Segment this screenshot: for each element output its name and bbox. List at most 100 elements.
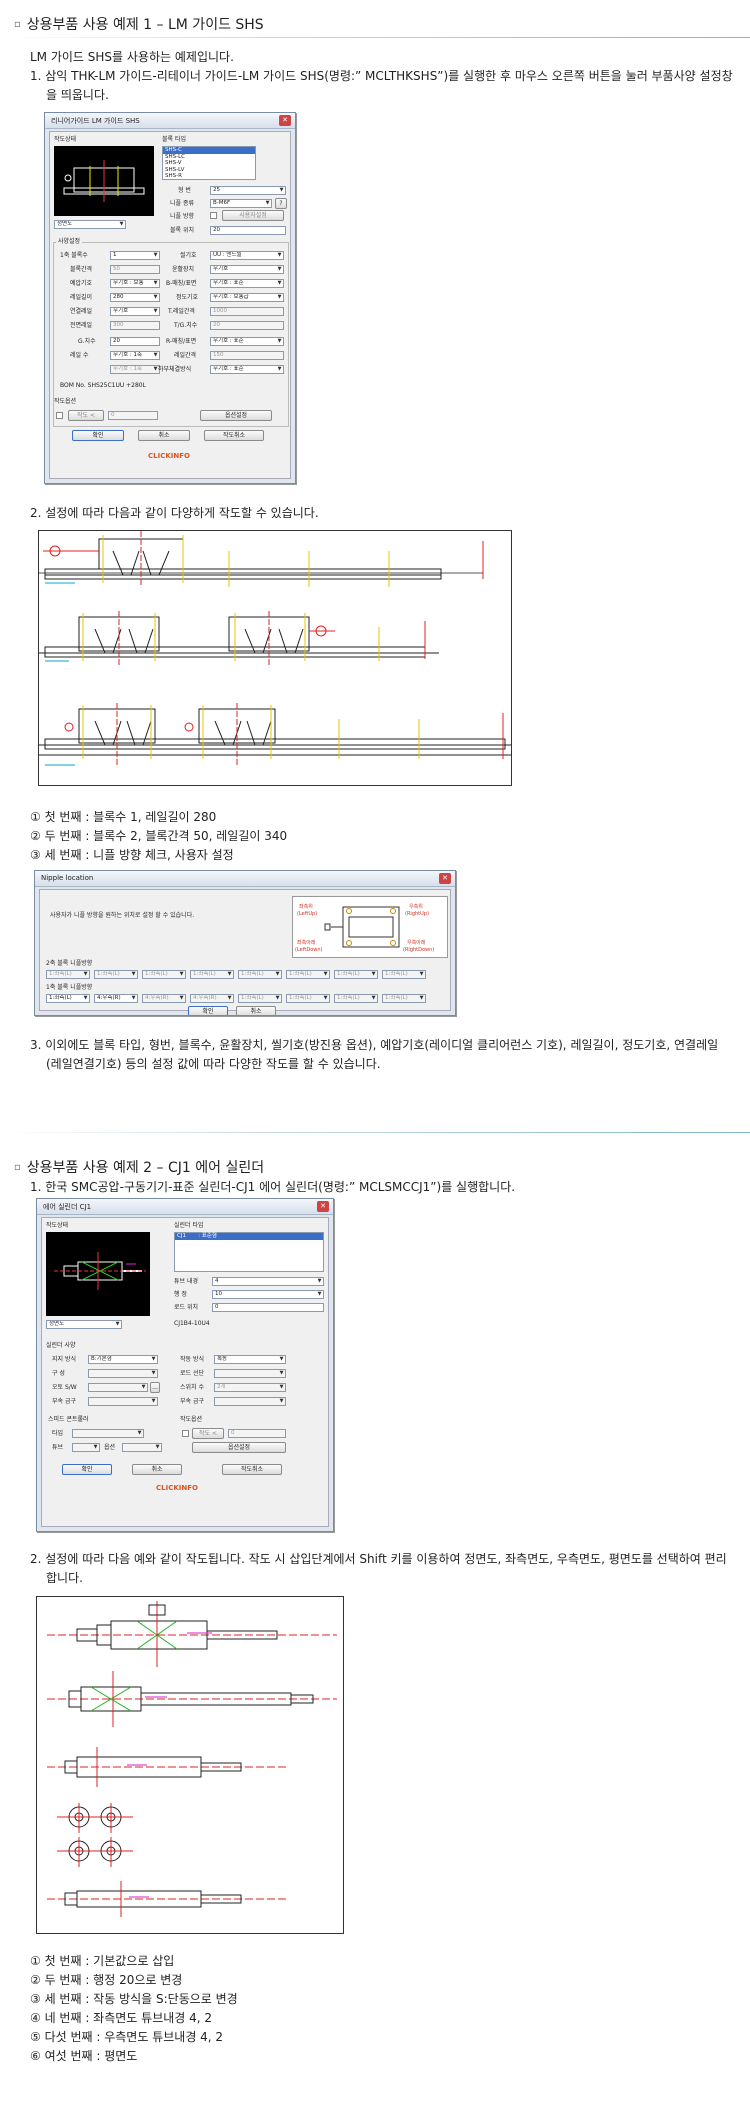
- nipple-select[interactable]: 4:우측(R) ▼: [142, 994, 186, 1003]
- seal-select[interactable]: UU : 엔드씰 ▼: [210, 251, 284, 260]
- acc-select[interactable]: ▼: [88, 1397, 158, 1406]
- view-select[interactable]: 정면도 ▼: [54, 220, 126, 229]
- nipple-dir-checkbox[interactable]: [210, 212, 217, 219]
- help-button[interactable]: ?: [275, 198, 287, 209]
- chevron-down-icon: ▼: [265, 200, 270, 206]
- acc2-select[interactable]: ▼: [214, 1397, 286, 1406]
- nipple-select[interactable]: 1:좌측(L) ▼: [142, 970, 186, 979]
- ok-button[interactable]: 확인: [188, 1006, 228, 1015]
- chevron-down-icon: ▼: [277, 294, 282, 300]
- block-count-select[interactable]: 1 ▼: [110, 251, 160, 260]
- speed-type-select[interactable]: ▼: [72, 1429, 144, 1438]
- extra-select[interactable]: 무기호 : 1축 ▼: [110, 365, 160, 374]
- t-rail-gap-input[interactable]: 1000: [210, 307, 284, 316]
- rail-gap-input[interactable]: 150: [210, 351, 284, 360]
- step1-text-2: 1. 한국 SMC공압-구동기기-표준 실린더-CJ1 에어 실린더(명령:” …: [30, 1180, 516, 1194]
- more-button[interactable]: …: [150, 1382, 160, 1393]
- draw-option-checkbox[interactable]: [56, 412, 63, 419]
- nipple-select[interactable]: 1:좌측(L) ▼: [286, 994, 330, 1003]
- joint-rail-select[interactable]: 무기호 ▼: [110, 307, 160, 316]
- chevron-down-icon: ▼: [153, 294, 158, 300]
- nipple-select[interactable]: 4:우측(R) ▼: [190, 994, 234, 1003]
- cancel-button[interactable]: 취소: [138, 430, 190, 441]
- nipple-select[interactable]: 4:우측(R) ▼: [94, 994, 138, 1003]
- bore-select[interactable]: 4 ▼: [212, 1277, 324, 1286]
- tg-dim-input[interactable]: 20: [210, 321, 284, 330]
- draw-option-button[interactable]: 작도 <: [192, 1428, 224, 1439]
- rail-count-select[interactable]: 무기호 : 1축 ▼: [110, 351, 160, 360]
- nipple-select[interactable]: 1:좌측(L) ▼: [94, 970, 138, 979]
- user-setting-button[interactable]: 사용자설정: [222, 210, 284, 221]
- nipple-select[interactable]: 1:좌측(L) ▼: [190, 970, 234, 979]
- nipple-select[interactable]: 1:좌측(L) ▼: [382, 970, 426, 979]
- block-gap-input[interactable]: 50: [110, 265, 160, 274]
- nipple-select[interactable]: 1:좌측(L) ▼: [286, 970, 330, 979]
- draw-option-input[interactable]: 0: [228, 1429, 286, 1438]
- chevron-down-icon: ▼: [115, 1321, 120, 1327]
- draw-option-input[interactable]: 0: [108, 411, 158, 420]
- tube-select[interactable]: ▼: [72, 1443, 100, 1452]
- diag-label: (LeftUp): [297, 911, 318, 917]
- r-match-select[interactable]: 무기호 : 표준 ▼: [210, 337, 284, 346]
- block-pos-input[interactable]: 20: [210, 226, 286, 235]
- option-setting-button[interactable]: 옵션설정: [192, 1442, 286, 1453]
- mount-label: 지지 방식: [52, 1356, 76, 1363]
- drawing-2: [39, 611, 439, 665]
- front-rail-input[interactable]: 300: [110, 321, 160, 330]
- sw-count-select[interactable]: 2개 ▼: [214, 1383, 286, 1392]
- bottom-fix-select[interactable]: 무기호 : 표준 ▼: [210, 365, 284, 374]
- lube-select[interactable]: 무기호 ▼: [210, 265, 284, 274]
- spec-label-r5: T.레일간격: [168, 308, 195, 315]
- act-select[interactable]: 복동 ▼: [214, 1355, 286, 1364]
- option-setting-button[interactable]: 옵션설정: [200, 410, 272, 421]
- spec-label-5: 연결레일: [70, 308, 93, 315]
- b-match-select[interactable]: 무기호 : 표준 ▼: [210, 279, 284, 288]
- config-select[interactable]: ▼: [88, 1369, 158, 1378]
- draw-option-checkbox[interactable]: [182, 1430, 189, 1437]
- stroke-select[interactable]: 10 ▼: [212, 1290, 324, 1299]
- accuracy-select[interactable]: 무기호 : 보통급 ▼: [210, 293, 284, 302]
- view-select[interactable]: 정면도 ▼: [46, 1320, 122, 1329]
- rod-end-select[interactable]: ▼: [214, 1369, 286, 1378]
- nipple-select[interactable]: 1:좌측(L) ▼: [334, 970, 378, 979]
- close-icon[interactable]: ✕: [279, 115, 291, 126]
- cancel-button[interactable]: 취소: [132, 1464, 182, 1475]
- cj1-cylinder-dialog: 에어 실린더 CJ1 ✕ 작도상태 정면도 ▼ 실린더 타입 CJ1 : 표준형 튜…: [36, 1198, 334, 1532]
- square-bullet-icon: ▫: [14, 18, 21, 30]
- nipple-select[interactable]: 1:좌측(L) ▼: [238, 970, 282, 979]
- nipple-select[interactable]: 1:좌측(L) ▼: [334, 994, 378, 1003]
- g-dim-input[interactable]: 20: [110, 337, 160, 346]
- close-icon[interactable]: ✕: [317, 1201, 329, 1212]
- note-1: ① 첫 번째 : 블록수 1, 레일길이 280: [30, 810, 217, 824]
- preview-canvas: [46, 1232, 150, 1316]
- opt-select[interactable]: ▼: [122, 1443, 162, 1452]
- rod-input[interactable]: 0: [212, 1303, 324, 1312]
- type-list[interactable]: CJ1 : 표준형: [174, 1232, 324, 1272]
- nipple-diagram: 좌측위 (LeftUp) 우측위 (RightUp) 좌측아래 (LeftDow…: [292, 896, 448, 958]
- nipple-type-select[interactable]: B-M6F ▼: [210, 199, 272, 208]
- preload-select[interactable]: 무기호 : 보통 ▼: [110, 279, 160, 288]
- step2-text-2: 2. 설정에 따라 다음 예와 같이 작도됩니다. 작도 시 삽입단계에서 Sh…: [30, 1552, 727, 1585]
- size-select[interactable]: 25 ▼: [210, 186, 286, 195]
- draw-cancel-button[interactable]: 작도취소: [222, 1464, 282, 1475]
- ok-button[interactable]: 확인: [72, 430, 124, 441]
- dialog-title: 리니어가이드 LM 가이드 SHS ✕: [45, 113, 295, 129]
- list-item[interactable]: SHS-R: [163, 173, 255, 180]
- cancel-button[interactable]: 취소: [236, 1006, 276, 1015]
- nipple-select[interactable]: 1:좌측(L) ▼: [46, 970, 90, 979]
- nipple-select[interactable]: 1:좌측(L) ▼: [46, 994, 90, 1003]
- list-item[interactable]: CJ1 : 표준형: [175, 1233, 323, 1240]
- block-type-list[interactable]: SHS-C SHS-LC SHS-V SHS-LV SHS-R: [162, 146, 256, 180]
- draw-option-button[interactable]: 작도 <: [68, 410, 104, 421]
- chevron-down-icon: ▼: [277, 252, 282, 258]
- draw-cancel-button[interactable]: 작도취소: [204, 430, 264, 441]
- rail-length-select[interactable]: 280 ▼: [110, 293, 160, 302]
- mount-select[interactable]: B:기본형 ▼: [88, 1355, 158, 1364]
- chevron-down-icon: ▼: [317, 1278, 322, 1284]
- nipple-select[interactable]: 1:좌측(L) ▼: [382, 994, 426, 1003]
- nipple-select[interactable]: 1:좌측(L) ▼: [238, 994, 282, 1003]
- close-icon[interactable]: ✕: [439, 873, 451, 884]
- cyl-5: [47, 1881, 287, 1917]
- ok-button[interactable]: 확인: [62, 1464, 112, 1475]
- sw-select[interactable]: ▼: [88, 1383, 148, 1392]
